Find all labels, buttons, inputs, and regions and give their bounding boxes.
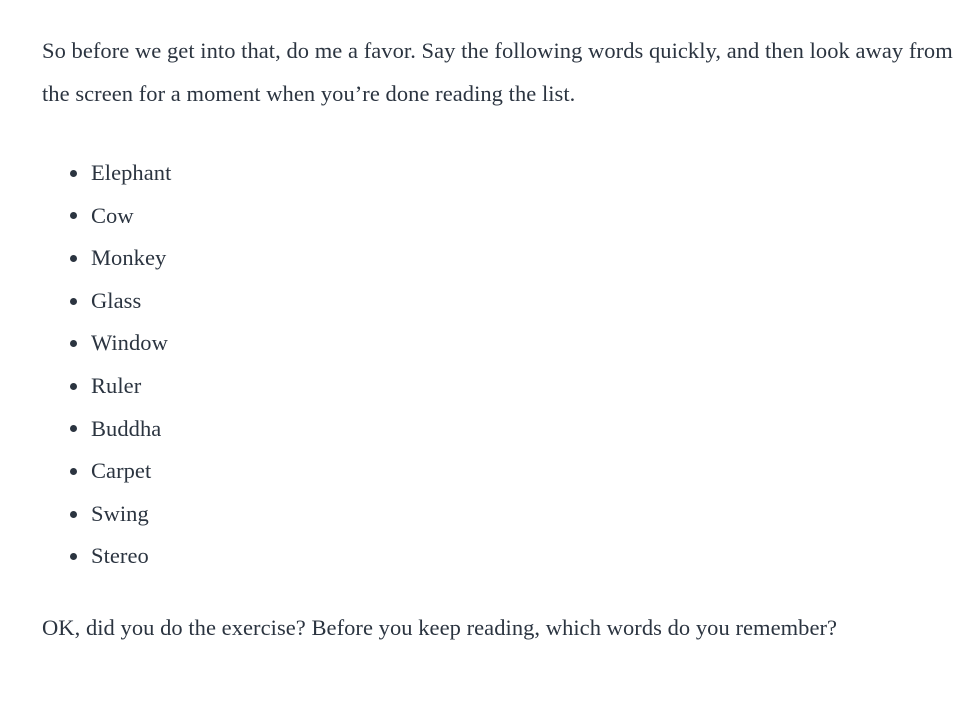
list-item-label: Carpet bbox=[91, 458, 152, 484]
bullet-icon bbox=[70, 382, 77, 390]
bullet-icon bbox=[70, 425, 77, 433]
list-item: Elephant bbox=[42, 152, 960, 195]
list-item: Stereo bbox=[42, 535, 960, 578]
outro-paragraph: OK, did you do the exercise? Before you … bbox=[42, 614, 838, 640]
list-item: Carpet bbox=[42, 450, 960, 493]
list-item-label: Monkey bbox=[91, 245, 167, 271]
list-item: Ruler bbox=[42, 365, 960, 408]
list-item-label: Window bbox=[91, 330, 168, 356]
list-item-label: Elephant bbox=[91, 160, 172, 185]
list-item: Glass bbox=[42, 280, 960, 323]
bullet-icon bbox=[70, 169, 77, 177]
list-item: Swing bbox=[42, 493, 960, 536]
bullet-icon bbox=[70, 297, 77, 305]
word-list: Elephant Cow Monkey Glass Window Ruler B… bbox=[42, 115, 960, 578]
list-item-label: Cow bbox=[91, 202, 134, 228]
list-item: Window bbox=[42, 322, 960, 365]
list-item: Cow bbox=[42, 195, 960, 238]
bullet-icon bbox=[70, 553, 77, 561]
bullet-icon bbox=[70, 212, 77, 220]
list-item-label: Swing bbox=[91, 500, 149, 526]
list-item-label: Stereo bbox=[91, 543, 149, 569]
intro-paragraph: So before we get into that, do me a favo… bbox=[42, 38, 953, 106]
article-body: So before we get into that, do me a favo… bbox=[0, 0, 978, 724]
bullet-icon bbox=[70, 340, 77, 348]
bullet-icon bbox=[70, 510, 77, 518]
list-item-label: Glass bbox=[91, 287, 142, 313]
list-item: Monkey bbox=[42, 237, 960, 280]
bullet-icon bbox=[70, 467, 77, 475]
list-item-label: Ruler bbox=[91, 372, 142, 398]
list-item: Buddha bbox=[42, 408, 960, 451]
list-item-label: Buddha bbox=[91, 415, 162, 441]
bullet-icon bbox=[70, 254, 77, 262]
